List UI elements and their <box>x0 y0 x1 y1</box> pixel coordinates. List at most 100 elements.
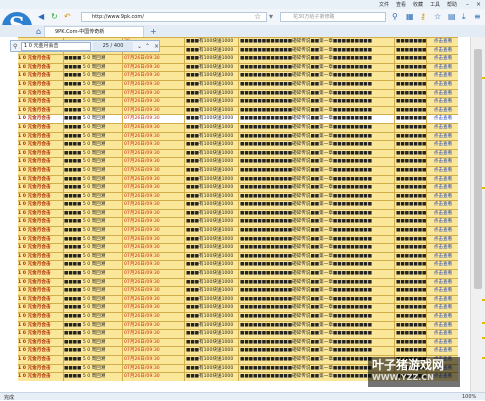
row-link[interactable]: 点击查看 <box>428 347 458 355</box>
row-desc-text: ■■■■■■■■■■■■砸碎传说■■第一章■■■■■■■■■■■■ <box>240 167 372 173</box>
row-link[interactable]: 点击查看 <box>428 236 458 244</box>
row-link[interactable]: 点击查看 <box>428 72 458 80</box>
row-qq: ■■■■■■■■ <box>396 185 426 191</box>
row-link[interactable]: 点击查看 <box>428 304 458 312</box>
menu-help[interactable]: 帮助 <box>447 1 457 8</box>
row-type: ■■■■ 5 0 周回溯 <box>64 365 106 371</box>
back-icon[interactable]: ◀ <box>38 12 44 21</box>
row-link[interactable]: 点击查看 <box>428 193 458 201</box>
dropdown-icon[interactable]: ▾ <box>269 12 273 21</box>
vertical-scrollbar[interactable] <box>470 37 485 392</box>
row-time: 07月26日/09:30 <box>124 228 160 234</box>
column-divider <box>184 364 185 373</box>
row-type: ■■■■ 5 0 周回溯 <box>64 348 106 354</box>
column-divider <box>238 347 239 355</box>
minimize-icon[interactable]: – <box>466 1 469 8</box>
row-link[interactable]: 点击查看 <box>428 184 458 192</box>
column-divider <box>238 184 239 192</box>
row-link[interactable]: 点击查看 <box>428 133 458 141</box>
tab-9pk[interactable]: 9PK.Com-中国传奇新 <box>44 26 144 37</box>
menu-view[interactable]: 查看 <box>396 1 406 8</box>
row-name: 1 0 元金月会击 <box>18 167 51 173</box>
row-link[interactable]: 点击查看 <box>428 98 458 106</box>
row-qq: ■■■■■■■■ <box>396 271 426 277</box>
row-link[interactable]: 点击查看 <box>428 244 458 252</box>
row-link[interactable]: 点击查看 <box>428 261 458 269</box>
new-tab-icon[interactable]: + <box>150 27 157 36</box>
row-link[interactable]: 点击查看 <box>428 227 458 235</box>
extensions-icon[interactable]: ▤ <box>448 12 456 21</box>
row-link[interactable]: 点击查看 <box>428 270 458 278</box>
row-link[interactable]: 点击查看 <box>428 124 458 132</box>
menu-tools[interactable]: 工具 <box>430 1 440 8</box>
row-link[interactable]: 点击查看 <box>428 158 458 166</box>
address-bar[interactable]: http://www.9pk.com/ <box>81 12 267 22</box>
column-divider <box>238 287 239 295</box>
row-desc-text: ■■■■■■■■■■■■砸碎传说■■第一章■■■■■■■■■■■■ <box>240 176 372 182</box>
row-link[interactable]: 点击查看 <box>428 201 458 209</box>
row-name: 1 0 元金月会击 <box>18 116 51 122</box>
row-promo: ■■■有100块送1000 <box>186 81 234 87</box>
find-input[interactable]: 1 0 元金月会击 <box>21 42 91 51</box>
undo-icon[interactable]: ↶ <box>64 12 71 21</box>
column-divider <box>184 55 185 63</box>
row-link[interactable]: 点击查看 <box>428 330 458 338</box>
column-divider <box>184 321 185 330</box>
refresh-icon[interactable]: ↻ <box>51 12 58 21</box>
row-link[interactable]: 点击查看 <box>428 279 458 287</box>
home-icon[interactable]: ⌂ <box>36 27 41 36</box>
column-divider <box>122 184 123 192</box>
row-link[interactable]: 点击查看 <box>428 296 458 304</box>
row-type: ■■■■ 5 0 周回溯 <box>64 193 106 199</box>
row-name: 1 0 元金月会击 <box>18 210 51 216</box>
row-link[interactable]: 点击查看 <box>428 141 458 149</box>
grid-icon[interactable]: ▦ <box>406 12 414 21</box>
column-divider <box>184 184 185 192</box>
row-link[interactable]: 点击查看 <box>428 38 458 46</box>
row-promo: ■■■有100块送1000 <box>186 331 234 337</box>
scrollbar-thumb[interactable] <box>474 49 482 289</box>
row-link[interactable]: 点击查看 <box>428 55 458 63</box>
row-link[interactable]: 点击查看 <box>428 322 458 330</box>
row-link[interactable]: 点击查看 <box>428 81 458 89</box>
row-link[interactable]: 点击查看 <box>428 64 458 72</box>
row-promo: ■■■有100块送1000 <box>186 288 234 294</box>
row-link[interactable]: 点击查看 <box>428 210 458 218</box>
row-promo: ■■■有100块送1000 <box>186 279 234 285</box>
row-link[interactable]: 点击查看 <box>428 150 458 158</box>
column-divider <box>184 149 185 158</box>
search-icon[interactable]: ⚲ <box>392 12 398 21</box>
column-divider <box>122 63 123 72</box>
download-icon[interactable]: ⤓ <box>462 12 466 22</box>
row-qq: ■■■■■■■■ <box>396 56 426 62</box>
table-row: 1 0 元金月会击 ■■■■ 5 0 周回溯 07月26日/09:30 ■■■有100… <box>18 303 458 312</box>
row-link[interactable]: 点击查看 <box>428 287 458 295</box>
row-time: 07月26日/09:30 <box>124 73 160 79</box>
row-link[interactable]: 点击查看 <box>428 47 458 55</box>
row-link[interactable]: 点击查看 <box>428 339 458 347</box>
close-icon[interactable]: × <box>476 1 481 8</box>
row-link[interactable]: 点击查看 <box>428 176 458 184</box>
key-icon[interactable]: ⚷ <box>420 12 426 21</box>
row-link[interactable]: 点击查看 <box>428 313 458 321</box>
row-link[interactable]: 点击查看 <box>428 218 458 226</box>
find-next-icon[interactable]: ⌄ <box>137 43 142 50</box>
menu-favorites[interactable]: 收藏 <box>413 1 423 8</box>
row-link[interactable]: 点击查看 <box>428 115 458 123</box>
find-previous-icon[interactable]: ⌃ <box>145 43 150 50</box>
zoom-level[interactable]: 100% <box>462 394 476 400</box>
search-box[interactable]: 花30万给子弟修路 <box>280 12 386 22</box>
menu-icon[interactable]: ≡ <box>474 12 481 21</box>
find-close-icon[interactable]: × <box>154 43 159 50</box>
star-icon[interactable]: ☆ <box>434 12 441 21</box>
row-promo: ■■■有100块送1000 <box>186 64 234 70</box>
favorite-star-icon[interactable]: ☆ <box>254 12 261 21</box>
row-link[interactable]: 点击查看 <box>428 90 458 98</box>
search-placeholder: 花30万给子弟修路 <box>293 14 335 20</box>
column-divider <box>394 166 395 175</box>
row-link[interactable]: 点击查看 <box>428 253 458 261</box>
row-link[interactable]: 点击查看 <box>428 167 458 175</box>
row-type: ■■■■ 5 0 周回溯 <box>64 356 106 362</box>
row-link[interactable]: 点击查看 <box>428 107 458 115</box>
menu-file[interactable]: 文件 <box>379 1 389 8</box>
